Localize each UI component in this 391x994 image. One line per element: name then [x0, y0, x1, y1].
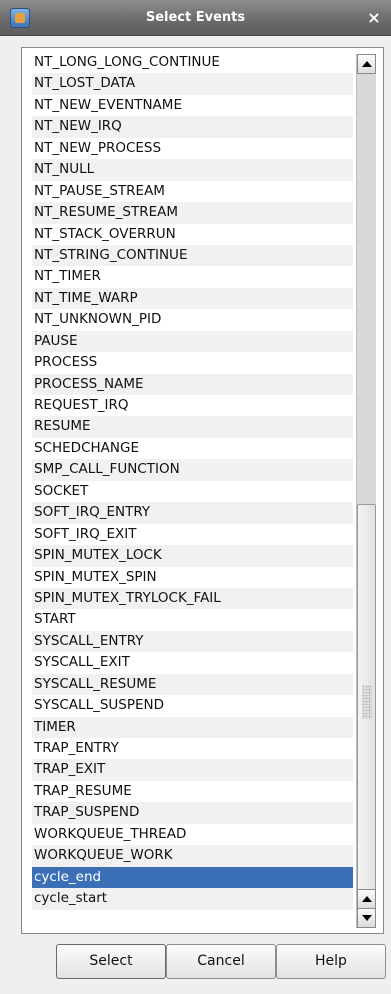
list-item[interactable]: PROCESS: [32, 352, 353, 373]
list-item[interactable]: SYSCALL_ENTRY: [32, 630, 353, 653]
list-item[interactable]: NT_TIMER: [32, 266, 353, 287]
list-item[interactable]: SYSCALL_EXIT: [32, 652, 353, 673]
window-title: Select Events: [145, 10, 246, 25]
events-list: NT_LONG_LONG_CONTINUE NT_LOST_DATA NT_NEW_…: [32, 52, 353, 910]
list-item[interactable]: NT_NEW_PROCESS: [32, 138, 353, 159]
events-listbox[interactable]: NT_LONG_LONG_CONTINUE NT_LOST_DATA NT_NEW_…: [21, 47, 384, 934]
arrow-down-icon: [362, 915, 372, 921]
list-item[interactable]: SOCKET: [32, 481, 353, 502]
app-icon[interactable]: [10, 8, 30, 28]
list-item[interactable]: TIMER: [32, 716, 353, 738]
help-button[interactable]: Help: [276, 944, 386, 979]
list-item[interactable]: NT_UNKNOWN_PID: [32, 309, 353, 330]
list-item[interactable]: SCHEDCHANGE: [32, 438, 353, 459]
list-item[interactable]: SOFT_IRQ_ENTRY: [32, 502, 353, 524]
list-item[interactable]: SPIN_MUTEX_SPIN: [32, 567, 353, 588]
close-button[interactable]: ×: [363, 7, 385, 29]
arrow-up-icon: [362, 61, 372, 67]
list-item[interactable]: NT_TIME_WARP: [32, 287, 353, 310]
select-events-dialog: Select Events × NT_LONG_LONG_CONTINUE NT_…: [0, 0, 391, 994]
list-item[interactable]: cycle_start: [32, 888, 353, 910]
scroll-up-button-secondary[interactable]: [357, 889, 376, 909]
list-item[interactable]: NT_NULL: [32, 159, 353, 181]
list-item[interactable]: SYSCALL_SUSPEND: [32, 695, 353, 716]
cancel-button[interactable]: Cancel: [166, 944, 276, 979]
arrow-up-icon: [362, 896, 372, 902]
vertical-scrollbar[interactable]: [356, 54, 376, 928]
list-item[interactable]: NT_STRING_CONTINUE: [32, 244, 353, 267]
list-item[interactable]: START: [32, 609, 353, 630]
list-item[interactable]: PAUSE: [32, 330, 353, 353]
list-item[interactable]: SPIN_MUTEX_TRYLOCK_FAIL: [32, 587, 353, 610]
scroll-up-button[interactable]: [357, 54, 376, 74]
list-item[interactable]: TRAP_EXIT: [32, 759, 353, 781]
list-item[interactable]: TRAP_SUSPEND: [32, 802, 353, 824]
list-item[interactable]: SOFT_IRQ_EXIT: [32, 524, 353, 545]
select-button[interactable]: Select: [56, 944, 166, 979]
list-item[interactable]: RESUME: [32, 416, 353, 438]
list-item[interactable]: TRAP_RESUME: [32, 781, 353, 802]
list-item[interactable]: REQUEST_IRQ: [32, 395, 353, 416]
button-row: Select Cancel Help: [0, 944, 391, 984]
list-item[interactable]: SMP_CALL_FUNCTION: [32, 459, 353, 481]
list-item[interactable]: NT_PAUSE_STREAM: [32, 181, 353, 202]
grip-icon: [362, 685, 372, 719]
list-item[interactable]: PROCESS_NAME: [32, 373, 353, 395]
list-item[interactable]: TRAP_ENTRY: [32, 738, 353, 759]
list-item[interactable]: NT_STACK_OVERRUN: [32, 224, 353, 245]
list-item[interactable]: NT_LOST_DATA: [32, 73, 353, 95]
list-item[interactable]: SPIN_MUTEX_LOCK: [32, 545, 353, 567]
list-item[interactable]: WORKQUEUE_THREAD: [32, 824, 353, 845]
list-item[interactable]: cycle_end: [32, 866, 353, 889]
list-item[interactable]: NT_LONG_LONG_CONTINUE: [32, 52, 353, 73]
list-item[interactable]: WORKQUEUE_WORK: [32, 845, 353, 867]
list-item[interactable]: SYSCALL_RESUME: [32, 673, 353, 696]
scrollbar-thumb[interactable]: [357, 504, 376, 899]
list-item[interactable]: NT_RESUME_STREAM: [32, 202, 353, 224]
list-item[interactable]: NT_NEW_EVENTNAME: [32, 95, 353, 116]
title-bar: Select Events ×: [0, 0, 391, 36]
list-item[interactable]: NT_NEW_IRQ: [32, 116, 353, 138]
scroll-down-button[interactable]: [357, 908, 376, 928]
